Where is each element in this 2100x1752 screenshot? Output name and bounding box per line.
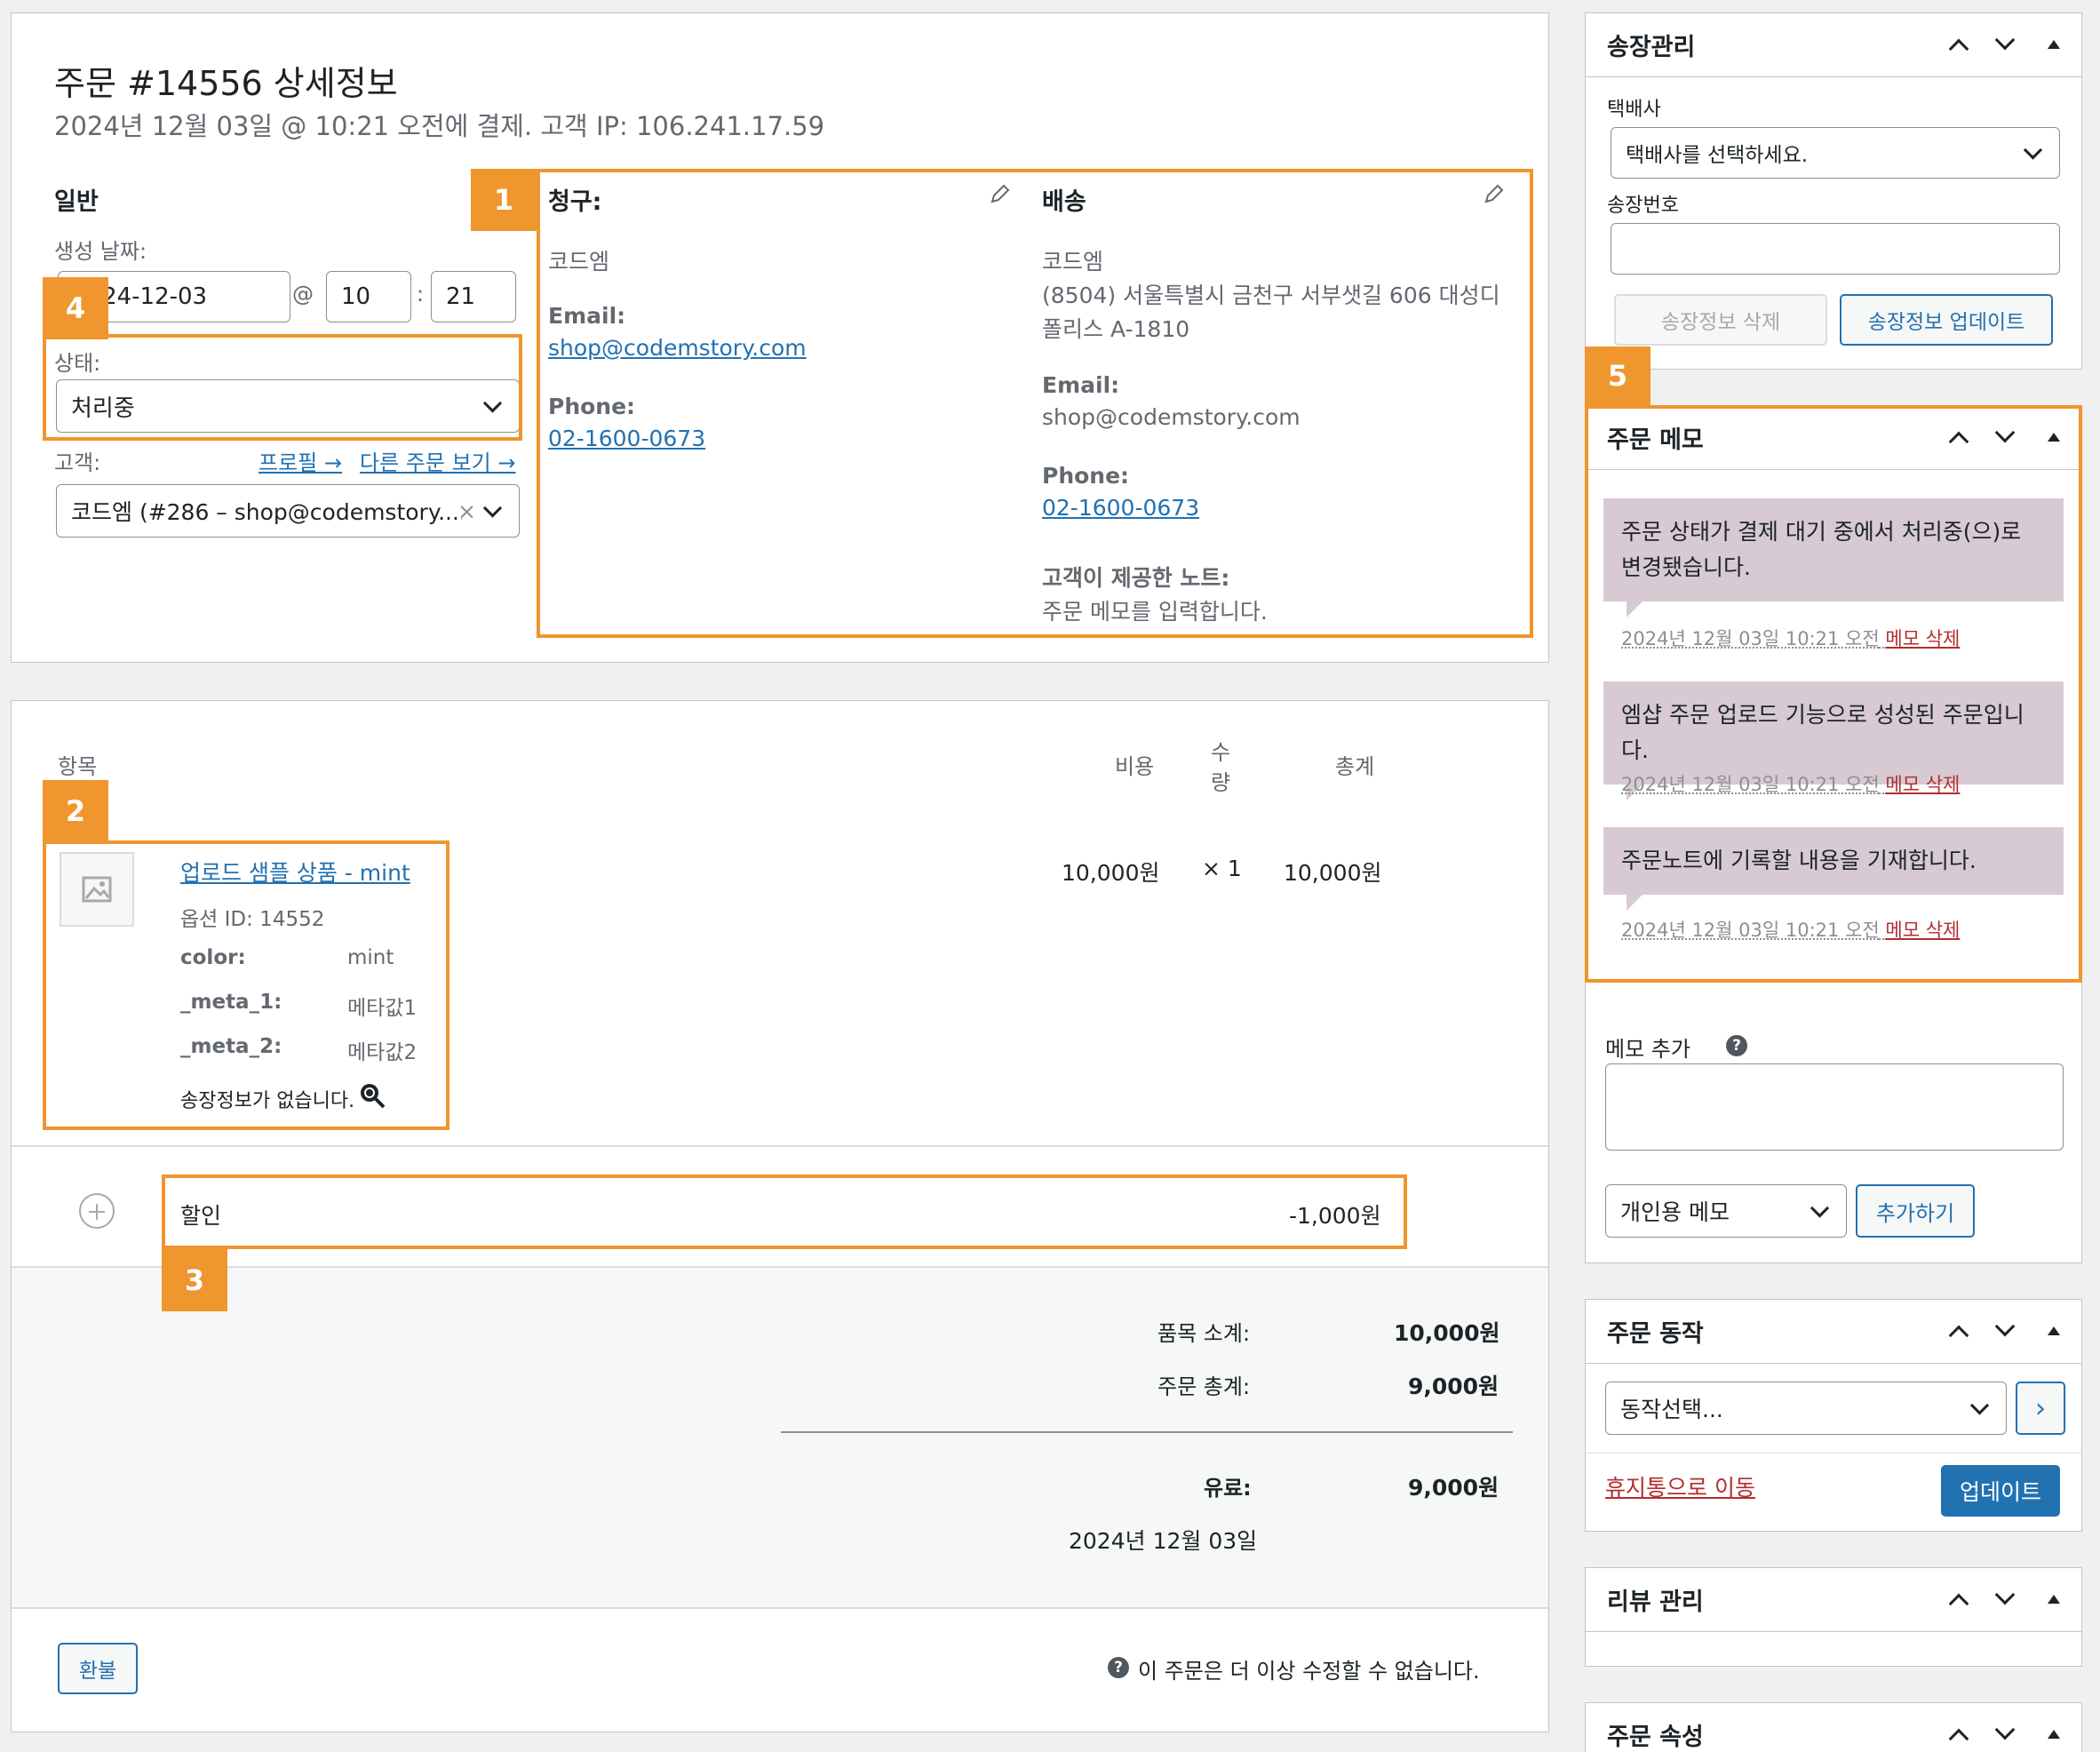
move-to-trash-link[interactable]: 휴지통으로 이동 <box>1605 1470 1755 1502</box>
annotation-badge-5: 5 <box>1585 346 1651 405</box>
note-type-select[interactable]: 개인용 메모 <box>1605 1184 1847 1238</box>
tracking-number-input[interactable] <box>1611 223 2060 275</box>
order-total-label: 주문 총계: <box>1157 1374 1251 1399</box>
annotation-box-3 <box>162 1175 1407 1249</box>
page-title: 주문 #14556 상세정보 <box>54 64 398 103</box>
delete-tracking-button[interactable]: 송장정보 삭제 <box>1614 294 1827 346</box>
customer-other-orders-link[interactable]: 다른 주문 보기 → <box>360 445 515 476</box>
order-hour-input[interactable]: 10 <box>326 271 411 323</box>
reviews-title-text: 리뷰 관리 <box>1607 1589 1704 1616</box>
refund-button[interactable]: 환불 <box>58 1643 138 1694</box>
locked-notice: 이 주문은 더 이상 수정할 수 없습니다. <box>1138 1659 1480 1684</box>
order-action-select[interactable]: 동작선택... <box>1605 1382 2007 1435</box>
customer-select[interactable]: 코드엠 (#286 – shop@codemstory.... × <box>56 484 520 538</box>
annotation-box-2 <box>43 840 449 1130</box>
toggle-panel-icon[interactable] <box>2048 1730 2067 1749</box>
add-note-textarea[interactable] <box>1605 1063 2064 1151</box>
tracking-number-label: 송장번호 <box>1607 195 1679 217</box>
move-down-icon[interactable] <box>1994 29 2017 52</box>
annotation-box-4 <box>43 334 522 441</box>
carrier-select[interactable]: 택배사를 선택하세요. <box>1611 127 2060 179</box>
note-type-value: 개인용 메모 <box>1620 1199 1730 1225</box>
attributes-title-text: 주문 속성 <box>1607 1724 1704 1751</box>
add-fee-icon[interactable] <box>79 1193 115 1229</box>
general-heading: 일반 <box>54 188 99 216</box>
help-icon: ? <box>1108 1657 1129 1678</box>
reviews-metabox: 리뷰 관리 <box>1585 1567 2082 1667</box>
move-down-icon[interactable] <box>1994 1719 2017 1742</box>
apply-action-button[interactable]: › <box>2016 1382 2065 1435</box>
item-total: 10,000원 <box>1284 860 1382 886</box>
subtotal-label: 품목 소계: <box>1157 1321 1251 1346</box>
toggle-panel-icon[interactable] <box>2048 40 2067 60</box>
annotation-box-5 <box>1585 405 2082 983</box>
tracking-metabox: 송장관리 택배사 택배사를 선택하세요. 송장번호 송장정보 삭제 송장정보 업… <box>1585 12 2082 370</box>
add-note-label: 메모 추가 <box>1605 1037 1690 1062</box>
order-total-value: 9,000원 <box>1408 1374 1499 1399</box>
totals-area: 품목 소계: 10,000원 주문 총계: 9,000원 유료: 9,000원 … <box>12 1266 1548 1609</box>
update-tracking-button[interactable]: 송장정보 업데이트 <box>1840 294 2053 346</box>
items-col-cost: 비용 <box>1115 754 1155 779</box>
order-hour-value: 10 <box>341 283 371 310</box>
paid-label: 유료: <box>1204 1476 1252 1501</box>
add-note-help-icon[interactable]: ? <box>1726 1035 1747 1056</box>
toggle-panel-icon[interactable] <box>2048 1326 2067 1346</box>
paid-value: 9,000원 <box>1408 1475 1499 1501</box>
items-divider <box>12 1145 1548 1147</box>
annotation-box-1 <box>537 169 1533 638</box>
customer-profile-link[interactable]: 프로필 → <box>259 445 342 476</box>
customer-value: 코드엠 (#286 – shop@codemstory.... <box>71 499 462 525</box>
order-minute-input[interactable]: 21 <box>431 271 516 323</box>
subtotal-value: 10,000원 <box>1394 1320 1500 1346</box>
move-down-icon[interactable] <box>1994 1316 2017 1339</box>
items-col-qty-2: 량 <box>1211 770 1231 795</box>
tracking-title-text: 송장관리 <box>1607 34 1696 61</box>
items-col-item: 항목 <box>58 754 98 779</box>
move-down-icon[interactable] <box>1994 1584 2017 1607</box>
move-up-icon[interactable] <box>1948 1325 1971 1348</box>
items-col-total: 총계 <box>1335 754 1375 779</box>
time-colon: : <box>417 282 425 307</box>
annotation-badge-4: 4 <box>43 277 108 339</box>
move-up-icon[interactable] <box>1948 1593 1971 1616</box>
annotation-badge-2: 2 <box>43 780 108 842</box>
item-cost: 10,000원 <box>1062 860 1160 886</box>
add-note-button[interactable]: 추가하기 <box>1856 1184 1975 1238</box>
move-up-icon[interactable] <box>1948 38 1971 61</box>
order-action-value: 동작선택... <box>1620 1397 1723 1422</box>
totals-divider <box>781 1431 1513 1433</box>
annotation-badge-1: 1 <box>471 169 537 231</box>
order-subtitle: 2024년 12월 03일 @ 10:21 오전에 결제. 고객 IP: 106… <box>54 111 825 141</box>
actions-title-text: 주문 동작 <box>1607 1320 1704 1348</box>
move-up-icon[interactable] <box>1948 1728 1971 1751</box>
item-qty: × 1 <box>1202 856 1242 881</box>
carrier-label: 택배사 <box>1607 99 1661 121</box>
update-order-button[interactable]: 업데이트 <box>1941 1465 2060 1517</box>
annotation-badge-3: 3 <box>162 1249 227 1311</box>
paid-date: 2024년 12월 03일 <box>1069 1528 1258 1554</box>
customer-clear-icon[interactable]: × <box>457 498 476 524</box>
order-actions-metabox: 주문 동작 동작선택... › 휴지통으로 이동 업데이트 <box>1585 1299 2082 1532</box>
carrier-value: 택배사를 선택하세요. <box>1626 144 1809 167</box>
customer-label: 고객: <box>54 450 101 475</box>
order-minute-value: 21 <box>446 283 476 310</box>
order-attributes-metabox: 주문 속성 <box>1585 1702 2082 1752</box>
items-col-qty-1: 수 <box>1211 740 1231 765</box>
toggle-panel-icon[interactable] <box>2048 1595 2067 1614</box>
at-sign: @ <box>292 282 314 307</box>
created-date-label: 생성 날짜: <box>54 239 147 264</box>
